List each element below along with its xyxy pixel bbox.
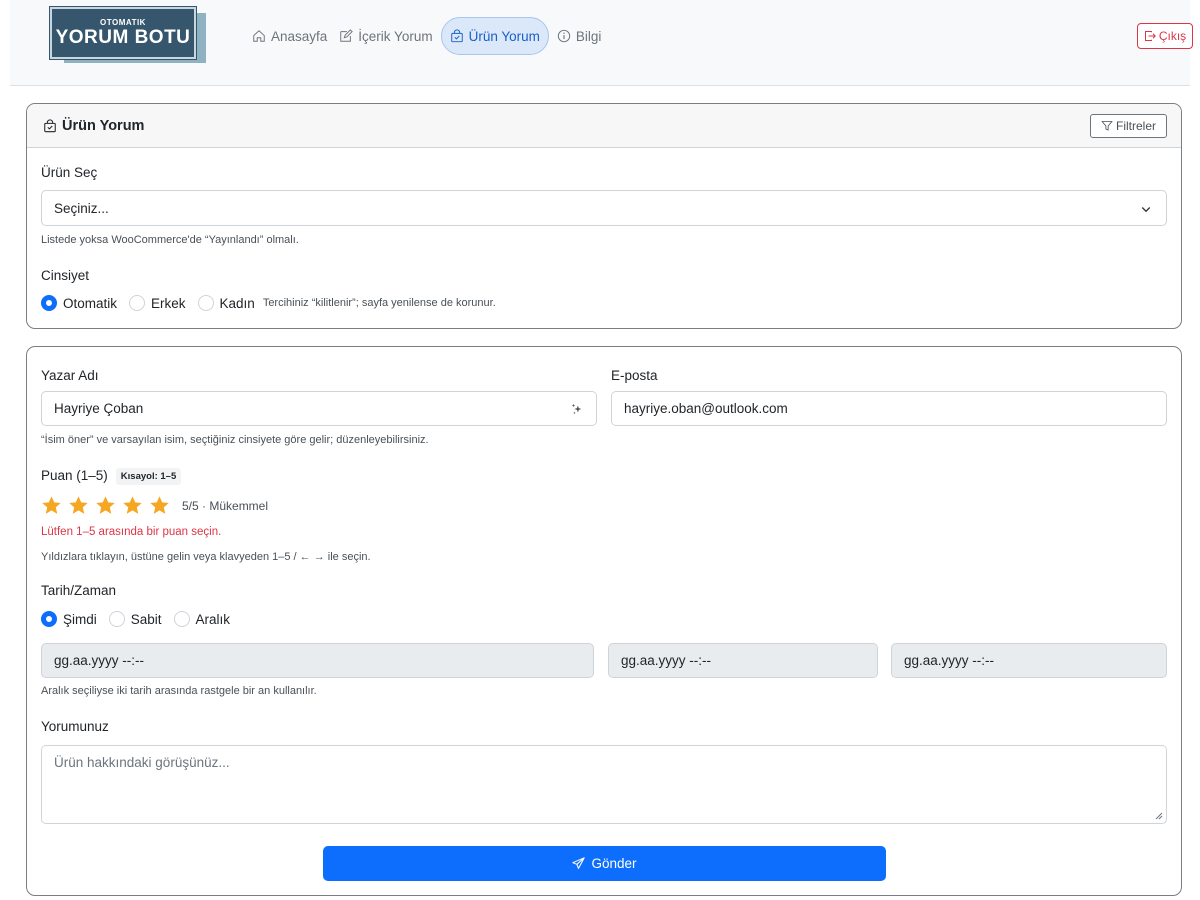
gender-option-male[interactable]: Erkek: [129, 295, 186, 311]
radio-unchecked[interactable]: [173, 611, 190, 627]
nav-item-content-review[interactable]: İçerik Yorum: [335, 17, 436, 55]
star-icon[interactable]: [95, 495, 116, 516]
top-navbar: OTOMATIK YORUM BOTU Anasayfa İçerik Yoru…: [10, 0, 1193, 86]
email-input[interactable]: hayriye.oban@outlook.com: [611, 391, 1167, 426]
logout-button[interactable]: Çıkış: [1137, 23, 1193, 49]
edit-icon: [340, 29, 354, 42]
author-name-value: Hayriye Çoban: [54, 401, 144, 416]
rating-label: Puan (1–5) Kısayol: 1–5: [41, 468, 182, 485]
main-nav: Anasayfa İçerik Yorum Ürün Yorum Bilgi: [248, 17, 609, 55]
radio-label: Sabit: [130, 611, 162, 627]
rating-value-text: 5/5 · Mükemmel: [182, 498, 269, 513]
datetime-option-now[interactable]: Şimdi: [41, 611, 97, 627]
suggest-name-button[interactable]: [558, 391, 597, 426]
radio-label: Şimdi: [63, 611, 97, 627]
rating-error-text: Lütfen 1–5 arasında bir puan seçin.: [41, 526, 222, 538]
nav-item-info[interactable]: Bilgi: [553, 17, 606, 55]
datetime-placeholder: gg.aa.yyyy --:--: [54, 653, 145, 668]
review-form-card: Yazar Adı Hayriye Çoban E-posta hayriye.…: [26, 346, 1182, 896]
filters-label: Filtreler: [1115, 119, 1156, 133]
date-help-text: Aralık seçiliyse iki tarih arasında rast…: [41, 685, 317, 697]
product-help-text: Listede yoksa WooCommerce'de “Yayınlandı…: [41, 234, 299, 246]
nav-item-home[interactable]: Anasayfa: [248, 17, 331, 55]
filters-button[interactable]: Filtreler: [1090, 114, 1167, 138]
star-rating: 5/5 · Mükemmel: [41, 495, 268, 516]
gender-option-female[interactable]: Kadın: [197, 295, 255, 311]
gender-help-text: Tercihiniz “kilitlenir”; sayfa yenilense…: [262, 297, 496, 309]
star-icon[interactable]: [122, 495, 143, 516]
nav-label: Ürün Yorum: [468, 28, 540, 44]
submit-button[interactable]: Gönder: [323, 846, 886, 881]
range-end-input[interactable]: gg.aa.yyyy --:--: [891, 643, 1167, 678]
funnel-icon: [1101, 121, 1113, 131]
author-label: Yazar Adı: [41, 368, 99, 383]
radio-unchecked[interactable]: [108, 611, 125, 627]
magic-sparkle-icon: [571, 403, 582, 414]
radio-label: Otomatik: [63, 295, 118, 311]
datetime-placeholder: gg.aa.yyyy --:--: [621, 653, 712, 668]
nav-item-product-review[interactable]: Ürün Yorum: [440, 17, 549, 55]
radio-label: Erkek: [151, 295, 186, 311]
brand-logo[interactable]: OTOMATIK YORUM BOTU: [50, 7, 206, 63]
comment-placeholder: Ürün hakkındaki görüşünüz...: [54, 755, 230, 770]
card-title: Ürün Yorum: [43, 118, 144, 134]
datetime-label: Tarih/Zaman: [41, 583, 117, 598]
radio-label: Aralık: [195, 611, 231, 627]
datetime-option-range[interactable]: Aralık: [173, 611, 231, 627]
author-name-input[interactable]: Hayriye Çoban: [41, 391, 559, 426]
logout-icon: [1144, 31, 1156, 41]
send-icon: [572, 857, 586, 869]
logo-line-small: OTOMATIK: [100, 17, 146, 27]
gender-label: Cinsiyet: [41, 268, 90, 283]
product-select[interactable]: Seçiniz...: [41, 190, 1167, 226]
logout-label: Çıkış: [1158, 29, 1187, 43]
product-select-value: Seçiniz...: [54, 200, 109, 216]
datetime-placeholder: gg.aa.yyyy --:--: [904, 653, 995, 668]
nav-label: İçerik Yorum: [358, 28, 433, 44]
submit-label: Gönder: [591, 856, 637, 871]
bag-check-icon: [44, 118, 56, 132]
star-icon[interactable]: [41, 495, 62, 516]
radio-label: Kadın: [219, 295, 255, 311]
radio-checked[interactable]: [41, 295, 57, 311]
logo-line-big: YORUM BOTU: [55, 26, 191, 48]
shortcut-badge: Kısayol: 1–5: [115, 468, 182, 485]
product-card-header: Ürün Yorum Filtreler: [27, 104, 1181, 148]
logo-plate: OTOMATIK YORUM BOTU: [50, 7, 196, 59]
radio-unchecked[interactable]: [197, 295, 214, 311]
bag-check-icon: [450, 29, 463, 43]
info-icon: [557, 29, 571, 43]
product-card: Ürün Yorum Filtreler Ürün Seç Seçiniz...…: [26, 103, 1182, 329]
comment-label: Yorumunuz: [41, 719, 109, 734]
resize-grip-icon[interactable]: [1155, 812, 1163, 820]
gender-radio-group: Otomatik Erkek Kadın Tercihiniz “kilitle…: [41, 295, 496, 311]
email-value: hayriye.oban@outlook.com: [624, 401, 788, 416]
datetime-radio-group: Şimdi Sabit Aralık: [41, 611, 242, 627]
star-icon[interactable]: [149, 495, 170, 516]
rating-label-text: Puan (1–5): [41, 468, 108, 483]
home-icon: [253, 30, 265, 42]
datetime-option-fixed[interactable]: Sabit: [108, 611, 162, 627]
nav-label: Anasayfa: [271, 28, 328, 44]
star-icon[interactable]: [68, 495, 89, 516]
gender-option-auto[interactable]: Otomatik: [41, 295, 117, 311]
range-start-input[interactable]: gg.aa.yyyy --:--: [608, 643, 878, 678]
card-title-text: Ürün Yorum: [62, 117, 145, 134]
chevron-down-icon: [1141, 207, 1151, 213]
email-label: E-posta: [611, 368, 658, 383]
radio-checked[interactable]: [41, 611, 57, 627]
comment-textarea[interactable]: Ürün hakkındaki görüşünüz...: [41, 745, 1167, 824]
rating-help-text: Yıldızlara tıklayın, üstüne gelin veya k…: [41, 551, 371, 563]
fixed-datetime-input[interactable]: gg.aa.yyyy --:--: [41, 643, 594, 678]
nav-label: Bilgi: [575, 28, 602, 44]
author-help-text: “İsim öner” ve varsayılan isim, seçtiğin…: [41, 434, 429, 446]
radio-unchecked[interactable]: [129, 295, 146, 311]
product-select-label: Ürün Seç: [41, 165, 98, 180]
